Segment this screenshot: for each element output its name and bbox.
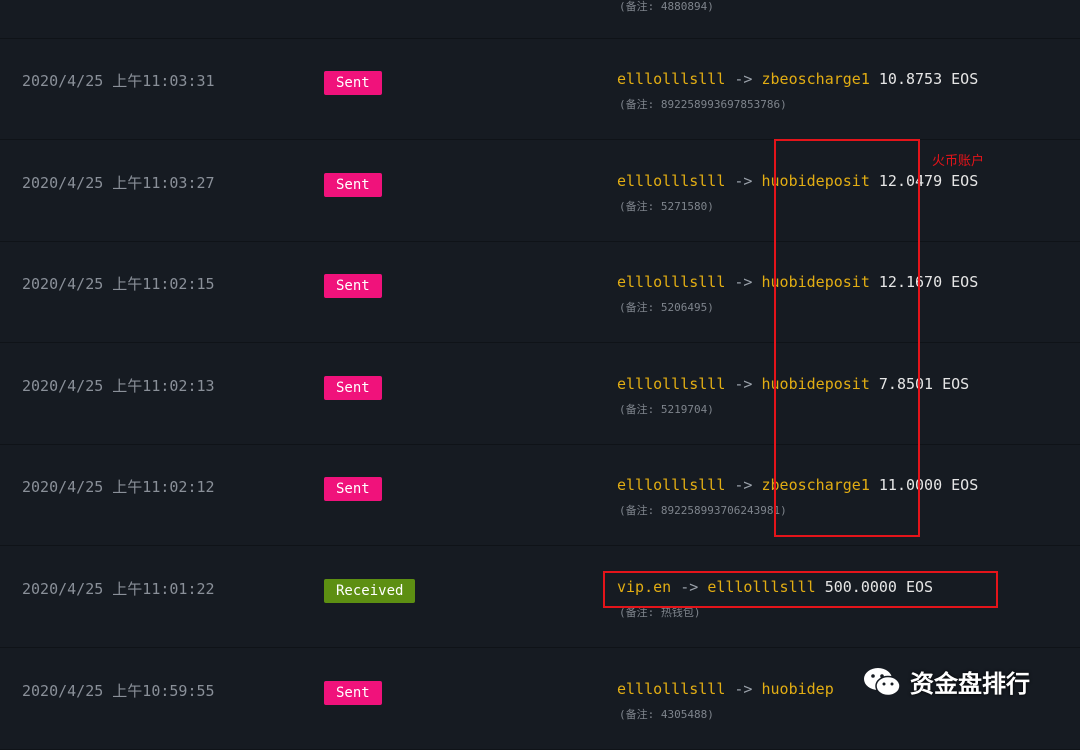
to-account-link[interactable]: huobidep xyxy=(762,680,834,698)
partial-top-row: (备注: 4880894) xyxy=(0,0,1080,39)
transfer-line: elllolllslll -> huobideposit 7.8501 EOS xyxy=(617,375,969,393)
timestamp: 2020/4/25 上午10:59:55 xyxy=(22,682,215,700)
timestamp: 2020/4/25 上午11:02:13 xyxy=(22,377,215,395)
arrow: -> xyxy=(734,680,753,698)
status-badge: Sent xyxy=(324,376,382,400)
status-badge: Sent xyxy=(324,274,382,298)
status-badge: Sent xyxy=(324,477,382,501)
transfer-line: elllolllslll -> zbeoscharge1 10.8753 EOS xyxy=(617,70,978,88)
to-account-link[interactable]: elllolllslll xyxy=(707,578,815,596)
status-badge: Sent xyxy=(324,71,382,95)
from-account-link[interactable]: elllolllslll xyxy=(617,273,725,291)
transfer-line: elllolllslll -> huobidep xyxy=(617,680,834,698)
watermark: 资金盘排行 xyxy=(862,664,1030,699)
transfer-line: elllolllslll -> zbeoscharge1 11.0000 EOS xyxy=(617,476,978,494)
memo-text: (备注: 5271580) xyxy=(619,200,714,213)
timestamp: 2020/4/25 上午11:02:12 xyxy=(22,478,215,496)
arrow: -> xyxy=(734,172,753,190)
to-account-link[interactable]: huobideposit xyxy=(762,375,870,393)
from-account-link[interactable]: vip.en xyxy=(617,578,671,596)
arrow: -> xyxy=(734,70,753,88)
status-badge: Received xyxy=(324,579,416,603)
memo-text: (备注: 5219704) xyxy=(619,403,714,416)
arrow: -> xyxy=(734,273,753,291)
arrow: -> xyxy=(734,375,753,393)
memo-text: (备注: 4880894) xyxy=(619,0,714,13)
transaction-row[interactable]: 2020/4/25 上午11:02:15 Sent elllolllslll -… xyxy=(0,242,1080,343)
memo-text: (备注: 5206495) xyxy=(619,301,714,314)
timestamp: 2020/4/25 上午11:02:15 xyxy=(22,275,215,293)
transfer-line: elllolllslll -> huobideposit 12.1670 EOS xyxy=(617,273,978,291)
from-account-link[interactable]: elllolllslll xyxy=(617,680,725,698)
memo-text: (备注: 892258993697853786) xyxy=(619,98,787,111)
amount: 12.1670 EOS xyxy=(878,273,979,291)
transfer-line: elllolllslll -> huobideposit 12.0479 EOS xyxy=(617,172,978,190)
transaction-row[interactable]: 2020/4/25 上午11:02:13 Sent elllolllslll -… xyxy=(0,344,1080,445)
from-account-link[interactable]: elllolllslll xyxy=(617,172,725,190)
status-badge: Sent xyxy=(324,173,382,197)
transaction-row[interactable]: 2020/4/25 上午11:03:27 Sent elllolllslll -… xyxy=(0,141,1080,242)
transaction-row[interactable]: 2020/4/25 上午11:01:22 Received vip.en -> … xyxy=(0,547,1080,648)
amount: 12.0479 EOS xyxy=(878,172,979,190)
watermark-text: 资金盘排行 xyxy=(910,670,1030,698)
status-badge: Sent xyxy=(324,681,382,705)
timestamp: 2020/4/25 上午11:03:31 xyxy=(22,72,215,90)
annotation-label: 火币账户 xyxy=(932,154,985,169)
amount: 500.0000 EOS xyxy=(824,578,934,596)
from-account-link[interactable]: elllolllslll xyxy=(617,375,725,393)
to-account-link[interactable]: huobideposit xyxy=(762,273,870,291)
memo-text: (备注: 热钱包) xyxy=(619,606,701,619)
to-account-link[interactable]: zbeoscharge1 xyxy=(762,476,870,494)
timestamp: 2020/4/25 上午11:03:27 xyxy=(22,174,215,192)
arrow: -> xyxy=(734,476,753,494)
arrow: -> xyxy=(680,578,699,596)
from-account-link[interactable]: elllolllslll xyxy=(617,70,725,88)
amount: 11.0000 EOS xyxy=(878,476,979,494)
from-account-link[interactable]: elllolllslll xyxy=(617,476,725,494)
memo-text: (备注: 4305488) xyxy=(619,708,714,721)
transaction-row[interactable]: 2020/4/25 上午11:03:31 Sent elllolllslll -… xyxy=(0,39,1080,140)
amount: 10.8753 EOS xyxy=(878,70,979,88)
timestamp: 2020/4/25 上午11:01:22 xyxy=(22,580,215,598)
transaction-row[interactable]: 2020/4/25 上午11:02:12 Sent elllolllslll -… xyxy=(0,445,1080,546)
wechat-icon xyxy=(864,667,901,696)
to-account-link[interactable]: zbeoscharge1 xyxy=(762,70,870,88)
amount: 7.8501 EOS xyxy=(878,375,970,393)
transfer-line: vip.en -> elllolllslll 500.0000 EOS xyxy=(617,578,933,596)
memo-text: (备注: 892258993706243981) xyxy=(619,504,787,517)
to-account-link[interactable]: huobideposit xyxy=(762,172,870,190)
